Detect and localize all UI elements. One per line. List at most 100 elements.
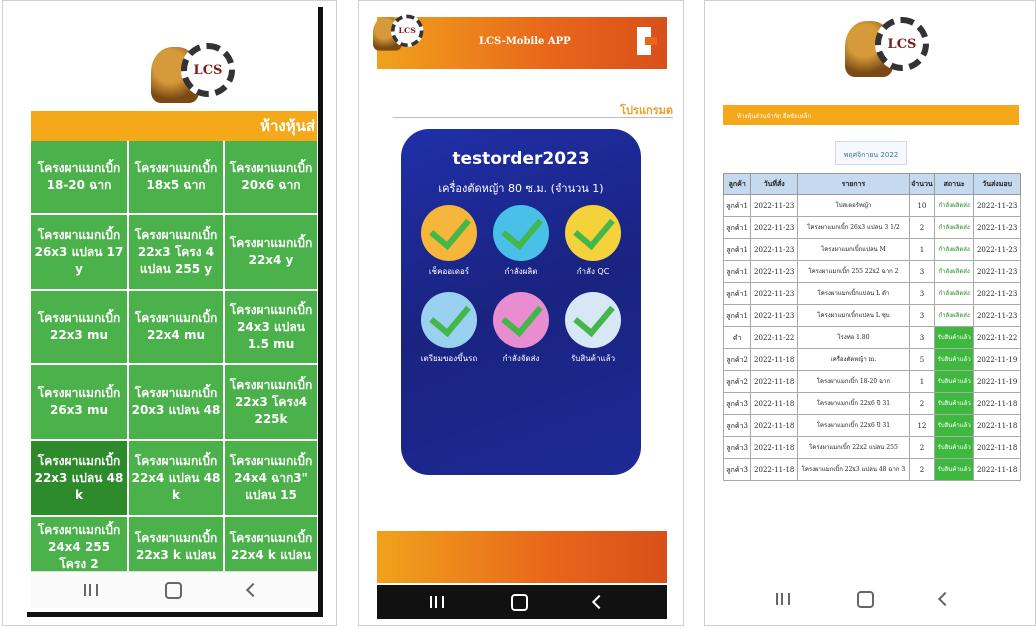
table-cell: โครงผาแมกเบิ้ก 22x6 ปี 31 [797, 414, 910, 437]
table-cell: 2022-11-18 [750, 414, 799, 437]
product-tile[interactable]: โครงผาแมกเบิ้ก 22x3 โครง4 225k [225, 365, 317, 439]
table-cell: 2022-11-23 [973, 194, 1021, 217]
lcs-logo: LCS [151, 37, 241, 109]
column-header: รายการ [797, 173, 910, 195]
table-cell: ดำ [722, 326, 752, 349]
product-tile[interactable]: โครงผาแมกเบิ้ก 18-20 ฉาก [31, 141, 127, 213]
table-cell: ลูกค้า3 [722, 458, 752, 481]
product-tile[interactable]: โครงผาแมกเบิ้ก 20x3 แปลน 48 [129, 365, 223, 439]
logo-text: LCS [193, 62, 223, 78]
phone-screenshot-order-status-menu: LCS-Mobile APP LCS โปรแกรมต testorder202… [358, 0, 684, 626]
status-cell: รับสินค้าแล้ว [934, 326, 975, 349]
checkmark-icon [421, 205, 477, 261]
month-selector[interactable]: พฤศจิกายน 2022 [835, 141, 907, 165]
logout-button[interactable] [635, 27, 657, 55]
back-button[interactable] [223, 572, 283, 608]
product-tile[interactable]: โครงผาแมกเบิ้ก 22x3 โครง 4 แปลน 255 y [129, 215, 223, 289]
status-menu-label: รับสินค้าแล้ว [570, 354, 616, 363]
product-tile[interactable]: โครงผาแมกเบิ้ก 22x3 k แปลน [129, 517, 223, 577]
table-row[interactable]: ลูกค้า3 2022-11-18 โครงผาแมกเบิ้ก 22x6 ปี … [722, 392, 1021, 415]
table-row[interactable]: ดำ 2022-11-22 โรงท่อ 1.80 3 รับสินค้าแล้ว 202… [722, 326, 1021, 349]
status-menu-item[interactable]: เช็คออเดอร์ [413, 205, 485, 278]
table-cell: 12 [908, 414, 936, 437]
product-tile[interactable]: โครงผาแมกเบิ้ก 24x4 255 โครง 2 [31, 517, 127, 577]
status-menu-item[interactable]: รับสินค้าแล้ว [557, 292, 629, 365]
app-title: LCS-Mobile APP [479, 36, 571, 47]
product-tile[interactable]: โครงผาแมกเบิ้ก 22x3 mu [31, 291, 127, 363]
status-menu-label: กำลังผลิต [504, 267, 538, 276]
table-row[interactable]: ลูกค้า1 2022-11-23 โครงผาแมกเบิ้ก 26x3 แปล… [722, 216, 1021, 239]
table-cell: 2022-11-18 [750, 436, 799, 459]
table-cell: 2022-11-18 [973, 436, 1021, 459]
username: testorder2023 [452, 149, 590, 169]
status-menu-label: เตรียมของขึ้นรถ [420, 354, 478, 363]
android-nav-bar [377, 585, 667, 619]
product-tile[interactable]: โครงผาแมกเบิ้ก 24x3 แปลน 1.5 mu [225, 291, 317, 363]
column-header: ลูกค้า [722, 173, 752, 195]
table-row[interactable]: ลูกค้า1 2022-11-23 โครงผาแมกเบิ้ก 255 22x2… [722, 260, 1021, 283]
product-tile[interactable]: โครงผาแมกเบิ้ก 22x4 y [225, 215, 317, 289]
product-tile[interactable]: โครงผาแมกเบิ้ก 26x3 mu [31, 365, 127, 439]
table-row[interactable]: ลูกค้า1 2022-11-23 โครงผาแมกเบิ้กแปลน L ดำ… [722, 282, 1021, 305]
table-row[interactable]: ลูกค้า2 2022-11-18 โครงผาแมกเบิ้ก 18-20 ฉา… [722, 370, 1021, 393]
table-row[interactable]: ลูกค้า1 2022-11-23 โครงผาแมกเบิ้กแปลน L ชุ… [722, 304, 1021, 327]
checkmark-icon [565, 205, 621, 261]
status-cell: รับสินค้าแล้ว [934, 370, 975, 393]
table-cell: โครงผาแมกเบิ้กแปลน L ดำ [797, 282, 910, 305]
table-cell: 2022-11-18 [750, 392, 799, 415]
status-menu-item[interactable]: กำลังจัดส่ง [485, 292, 557, 365]
table-row[interactable]: ลูกค้า1 2022-11-23 โปสเตอร์หญ้า 10 กำลังผลิต… [722, 194, 1021, 217]
table-row[interactable]: ลูกค้า2 2022-11-18 เครื่องตัดหญ้า m. 5 รับสิ… [722, 348, 1021, 371]
order-status-card: testorder2023 เครื่องตัดหญ้า 80 ซ.ม. (จำ… [401, 129, 641, 475]
product-tile[interactable]: โครงผาแมกเบิ้ก 22x3 แปลน 48 k [31, 441, 127, 515]
table-cell: 2022-11-18 [750, 458, 799, 481]
back-button[interactable] [569, 585, 629, 619]
product-tile[interactable]: โครงผาแมกเบิ้ก 22x4 k แปลน [225, 517, 317, 577]
home-button[interactable] [835, 581, 895, 617]
product-tile[interactable]: โครงผาแมกเบิ้ก 22x4 แปลน 48 k [129, 441, 223, 515]
checkmark-icon [493, 292, 549, 348]
product-grid: โครงผาแมกเบิ้ก 18-20 ฉาก โครงผาแมกเบิ้ก 1… [31, 141, 317, 577]
column-header: วันที่สั่ง [750, 173, 799, 195]
android-nav-bar [723, 581, 1023, 617]
gear-icon: LCS [391, 14, 424, 48]
product-tile[interactable]: โครงผาแมกเบิ้ก 24x4 ฉาก3" แปลน 15 [225, 441, 317, 515]
recent-apps-button[interactable] [753, 581, 813, 617]
table-row[interactable]: ลูกค้า3 2022-11-18 โครงผาแมกเบิ้ก 22x6 ปี … [722, 414, 1021, 437]
table-cell: ลูกค้า1 [722, 282, 752, 305]
status-menu-label: เช็คออเดอร์ [428, 267, 470, 276]
recent-apps-button[interactable] [61, 572, 121, 608]
table-row[interactable]: ลูกค้า1 2022-11-23 โครงผาแมกเบิ้กแปลน M 1 กำ… [722, 238, 1021, 261]
status-menu-item[interactable]: เตรียมของขึ้นรถ [413, 292, 485, 365]
gear-icon: LCS [875, 17, 929, 71]
table-cell: 2022-11-19 [973, 348, 1021, 371]
product-tile[interactable]: โครงผาแมกเบิ้ก 22x4 mu [129, 291, 223, 363]
status-menu-item[interactable]: กำลัง QC [557, 205, 629, 278]
product-tile[interactable]: โครงผาแมกเบิ้ก 18x5 ฉาก [129, 141, 223, 213]
table-row[interactable]: ลูกค้า3 2022-11-18 โครงผาแมกเบิ้ก 22x3 แปล… [722, 458, 1021, 481]
table-cell: 2022-11-23 [750, 260, 799, 283]
phone-screenshot-order-table: LCS ห้างหุ้นส่วนจำกัด ลือชัยเหล็ก พฤศจิก… [704, 0, 1036, 626]
home-button[interactable] [489, 585, 549, 619]
home-button[interactable] [143, 572, 203, 608]
column-header: สถานะ [934, 173, 975, 195]
status-menu-item[interactable]: กำลังผลิต [485, 205, 557, 278]
company-banner: ห้างหุ้นส่วนจำกัด ลือชัยเหล็ก [723, 105, 1019, 125]
product-tile[interactable]: โครงผาแมกเบิ้ก 26x3 แปลน 17 y [31, 215, 127, 289]
status-cell: รับสินค้าแล้ว [934, 436, 975, 459]
product-tile[interactable]: โครงผาแมกเบิ้ก 20x6 ฉาก [225, 141, 317, 213]
table-cell: 2 [908, 216, 936, 239]
back-icon [245, 582, 261, 598]
back-button[interactable] [915, 581, 975, 617]
table-cell: 2022-11-23 [973, 304, 1021, 327]
checkmark-icon [565, 292, 621, 348]
recent-apps-button[interactable] [407, 585, 467, 619]
checkmark-icon [493, 205, 549, 261]
table-cell: 2022-11-19 [973, 370, 1021, 393]
status-cell: รับสินค้าแล้ว [934, 458, 975, 481]
table-cell: ลูกค้า1 [722, 216, 752, 239]
recent-apps-icon [84, 584, 98, 596]
table-cell: 2022-11-23 [973, 238, 1021, 261]
table-cell: 2022-11-18 [750, 348, 799, 371]
table-row[interactable]: ลูกค้า3 2022-11-18 โครงผาแมกเบิ้ก 22x2 แปล… [722, 436, 1021, 459]
